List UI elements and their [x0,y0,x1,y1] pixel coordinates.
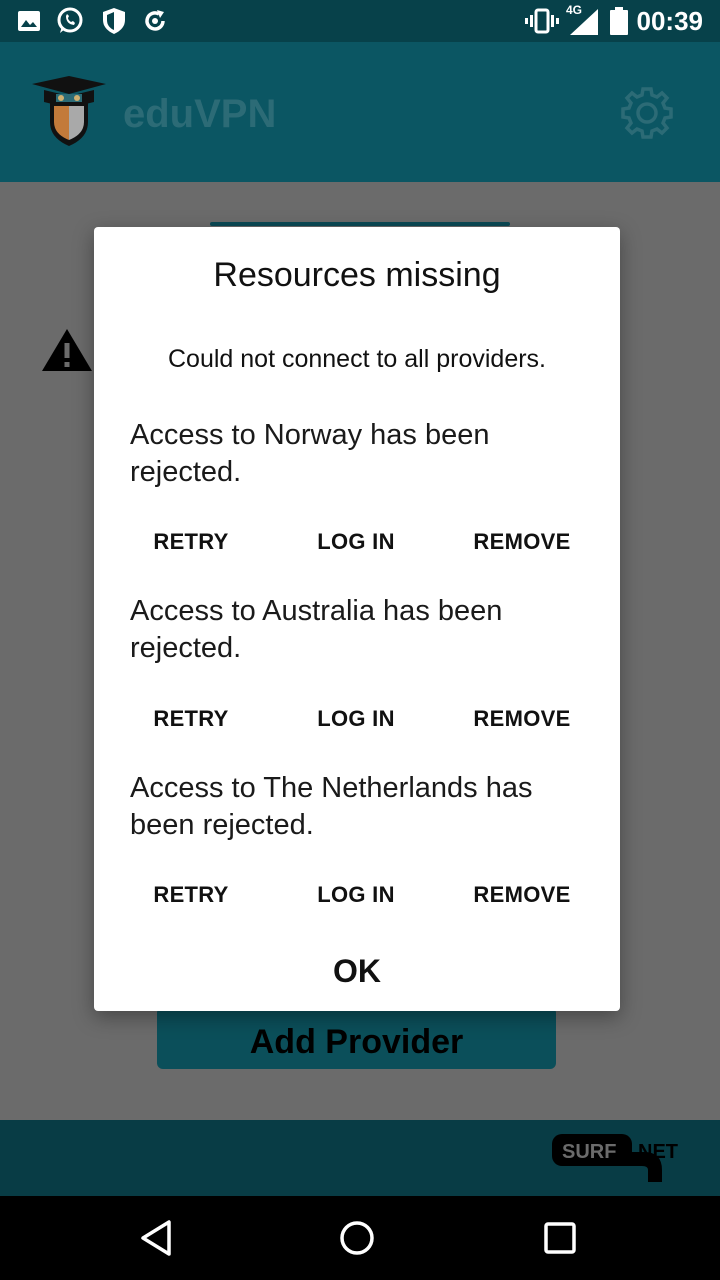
recents-icon[interactable] [540,1218,580,1258]
retry-button[interactable]: RETRY [126,706,256,732]
log-in-button[interactable]: LOG IN [291,706,421,732]
ok-button[interactable]: OK [307,953,407,989]
add-provider-label: Add Provider [249,1022,464,1061]
remove-button[interactable]: REMOVE [457,882,587,908]
log-in-button[interactable]: LOG IN [291,529,421,555]
battery-icon [610,7,628,35]
retry-button[interactable]: RETRY [126,882,256,908]
gear-icon[interactable] [620,86,674,140]
add-provider-button[interactable]: Add Provider [157,1007,556,1069]
status-bar: 4G 00:39 [0,0,720,42]
home-icon[interactable] [337,1218,377,1258]
dialog-title: Resources missing [213,256,501,294]
sync-icon [141,7,169,35]
provider-status-text: Access to Australia has been rejected. [130,595,503,664]
svg-text:NET: NET [638,1141,678,1163]
eduvpn-logo [30,74,108,148]
footer: SURF NET [0,1120,720,1196]
image-icon [16,7,42,35]
network-type-label: 4G [566,3,583,17]
clock: 00:39 [636,6,704,36]
warning-icon [40,327,94,373]
navigation-bar [0,1196,720,1280]
signal-icon: 4G [566,3,600,35]
shield-icon [100,7,128,35]
app-title: eduVPN [123,92,277,136]
app-bar: eduVPN [0,42,720,182]
vibrate-icon [524,7,560,35]
dialog-message: Could not connect to all providers. [168,345,546,373]
provider-status-text: Access to Norway has been rejected. [130,419,490,488]
retry-button[interactable]: RETRY [126,529,256,555]
svg-text:SURF: SURF [562,1141,616,1163]
remove-button[interactable]: REMOVE [457,706,587,732]
log-in-button[interactable]: LOG IN [291,882,421,908]
remove-button[interactable]: REMOVE [457,529,587,555]
resources-missing-dialog: Resources missing Could not connect to a… [94,227,620,1011]
surfnet-logo: SURF NET [552,1130,696,1188]
back-icon[interactable] [137,1218,177,1258]
whatsapp-icon [54,7,86,35]
provider-status-text: Access to The Netherlands has been rejec… [130,772,533,841]
